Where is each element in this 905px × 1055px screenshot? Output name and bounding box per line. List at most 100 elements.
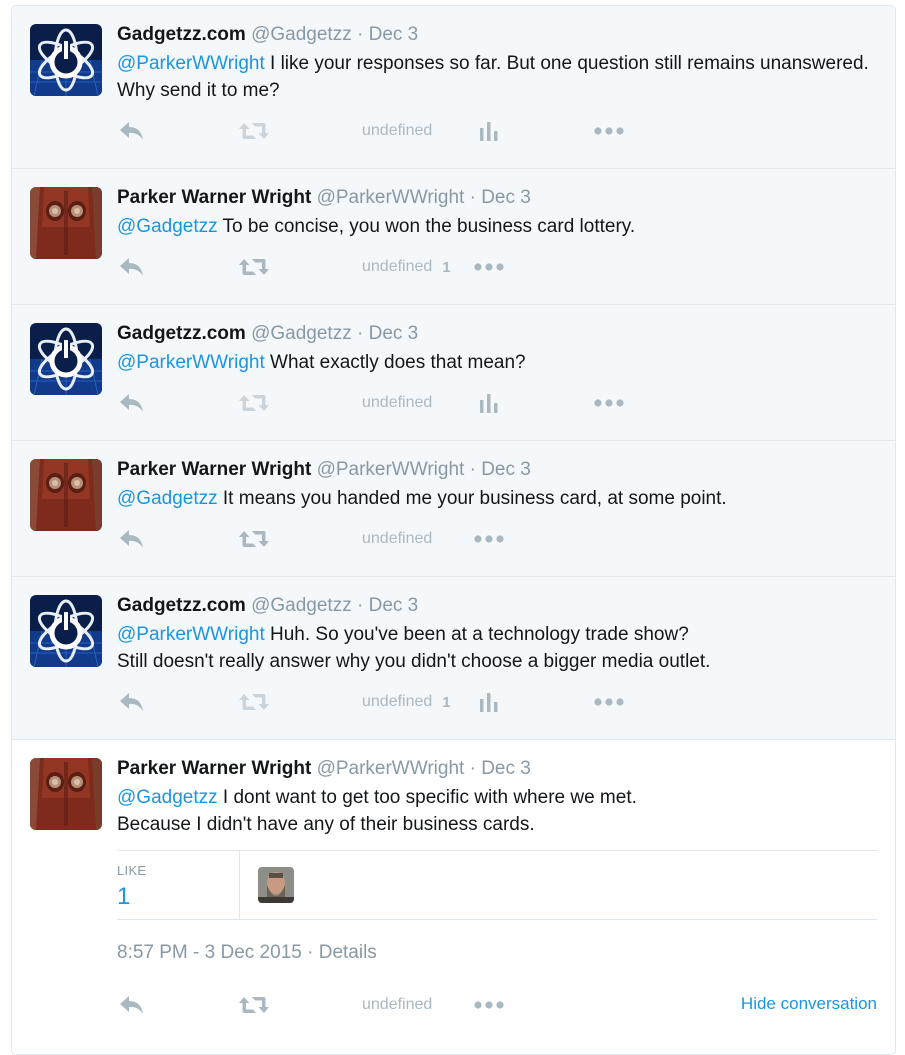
timestamp[interactable]: Dec 3 [481, 459, 531, 480]
timestamp[interactable]: Dec 3 [481, 758, 531, 779]
like-stat-label: LIKE [117, 863, 147, 878]
tweet-text-line: @ParkerWWright Huh. So you've been at a … [117, 621, 877, 648]
timestamp[interactable]: Dec 3 [369, 24, 419, 45]
heart-icon: undefined [362, 530, 433, 547]
reply-button[interactable] [119, 252, 145, 282]
like-button[interactable]: undefined 1 [362, 252, 451, 282]
more-button[interactable] [593, 388, 625, 418]
more-icon [593, 398, 625, 408]
like-count: 1 [442, 258, 451, 276]
mention-link[interactable]: @Gadgetzz [117, 488, 218, 509]
heart-icon: undefined [362, 258, 433, 275]
mention-link[interactable]: @ParkerWWright [117, 53, 265, 74]
avatar[interactable] [30, 595, 102, 667]
retweet-button[interactable] [238, 687, 270, 717]
fullname[interactable]: Parker Warner Wright [117, 459, 311, 480]
more-button[interactable] [473, 990, 505, 1020]
tweet-text-line: @Gadgetzz I dont want to get too specifi… [117, 784, 877, 811]
tweet-text-line: @ParkerWWright I like your responses so … [117, 50, 877, 104]
more-button[interactable] [473, 524, 505, 554]
reply-button[interactable] [119, 524, 145, 554]
like-stat-count[interactable]: 1 [117, 883, 130, 911]
like-button[interactable]: undefined [362, 116, 432, 146]
more-button[interactable] [473, 252, 505, 282]
retweet-button[interactable] [238, 990, 270, 1020]
tweet-text: @Gadgetzz It means you handed me your bu… [117, 485, 877, 512]
username[interactable]: @Gadgetzz [251, 595, 352, 616]
fullname[interactable]: Gadgetzz.com [117, 595, 246, 616]
retweet-icon [238, 256, 270, 278]
fullname[interactable]: Parker Warner Wright [117, 187, 311, 208]
mention-link[interactable]: @ParkerWWright [117, 624, 265, 645]
username[interactable]: @Gadgetzz [251, 323, 352, 344]
username[interactable]: @ParkerWWright [317, 758, 465, 779]
like-button[interactable]: undefined [362, 388, 432, 418]
liker-avatar[interactable] [258, 867, 294, 903]
like-button[interactable]: undefined 1 [362, 687, 451, 717]
reply-button[interactable] [119, 990, 145, 1020]
tweet-text: @ParkerWWright I like your responses so … [117, 50, 877, 104]
text-segment: Still doesn't really answer why you didn… [117, 651, 711, 672]
like-stat[interactable]: LIKE 1 [117, 851, 240, 919]
avatar[interactable] [30, 758, 102, 830]
separator: · [357, 323, 364, 344]
avatar[interactable] [30, 323, 102, 395]
separator: · [469, 459, 476, 480]
reply-icon [119, 528, 145, 550]
more-icon [473, 534, 505, 544]
reply-icon [119, 392, 145, 414]
full-timestamp: 8:57 PM - 3 Dec 2015 [117, 942, 302, 963]
timestamp[interactable]: Dec 3 [481, 187, 531, 208]
analytics-icon [479, 392, 499, 414]
tweet: Gadgetzz.com @Gadgetzz · Dec 3 @ParkerWWr… [12, 6, 895, 169]
text-segment: I dont want to get too specific with whe… [217, 787, 637, 808]
retweet-icon [238, 528, 270, 550]
username[interactable]: @ParkerWWright [317, 459, 465, 480]
avatar[interactable] [30, 187, 102, 259]
mention-link[interactable]: @Gadgetzz [117, 787, 218, 808]
details-link[interactable]: Details [319, 942, 377, 963]
separator: · [469, 187, 476, 208]
tweet-text-line: @ParkerWWright What exactly does that me… [117, 349, 877, 376]
hide-conversation-link[interactable]: Hide conversation [741, 994, 877, 1014]
tweet: Parker Warner Wright @ParkerWWright · De… [12, 740, 895, 1054]
tweet-text-line: Because I didn't have any of their busin… [117, 811, 877, 838]
reply-button[interactable] [119, 388, 145, 418]
tweet-actions: undefined [117, 388, 657, 418]
tweet-text-line: @Gadgetzz It means you handed me your bu… [117, 485, 877, 512]
username[interactable]: @ParkerWWright [317, 187, 465, 208]
avatar[interactable] [30, 459, 102, 531]
retweet-button[interactable] [238, 252, 270, 282]
fullname[interactable]: Gadgetzz.com [117, 24, 246, 45]
like-button[interactable]: undefined [362, 524, 432, 554]
mention-link[interactable]: @Gadgetzz [117, 216, 218, 237]
retweet-button[interactable] [238, 388, 270, 418]
analytics-button[interactable] [479, 687, 499, 717]
avatar[interactable] [30, 24, 102, 96]
fullname[interactable]: Parker Warner Wright [117, 758, 311, 779]
retweet-button[interactable] [238, 116, 270, 146]
timestamp[interactable]: Dec 3 [369, 595, 419, 616]
text-segment: It means you handed me your business car… [217, 488, 727, 509]
like-button[interactable]: undefined [362, 990, 432, 1020]
tweet-actions: undefined [117, 990, 657, 1020]
fullname[interactable]: Gadgetzz.com [117, 323, 246, 344]
tweet-text-line: Still doesn't really answer why you didn… [117, 648, 877, 675]
tweet-content: Gadgetzz.com @Gadgetzz · Dec 3 @ParkerWWr… [117, 23, 877, 104]
like-count: 1 [442, 693, 451, 711]
timestamp[interactable]: Dec 3 [369, 323, 419, 344]
reply-button[interactable] [119, 687, 145, 717]
heart-icon: undefined [362, 394, 433, 411]
more-button[interactable] [593, 116, 625, 146]
more-button[interactable] [593, 687, 625, 717]
reply-button[interactable] [119, 116, 145, 146]
tweet-meta: 8:57 PM - 3 Dec 2015 · Details [117, 942, 377, 964]
analytics-button[interactable] [479, 116, 499, 146]
username[interactable]: @Gadgetzz [251, 24, 352, 45]
tweet-actions: undefined [117, 524, 657, 554]
text-segment: What exactly does that mean? [264, 352, 526, 373]
retweet-button[interactable] [238, 524, 270, 554]
mention-link[interactable]: @ParkerWWright [117, 352, 265, 373]
analytics-button[interactable] [479, 388, 499, 418]
tweet-text: @ParkerWWright Huh. So you've been at a … [117, 621, 877, 675]
